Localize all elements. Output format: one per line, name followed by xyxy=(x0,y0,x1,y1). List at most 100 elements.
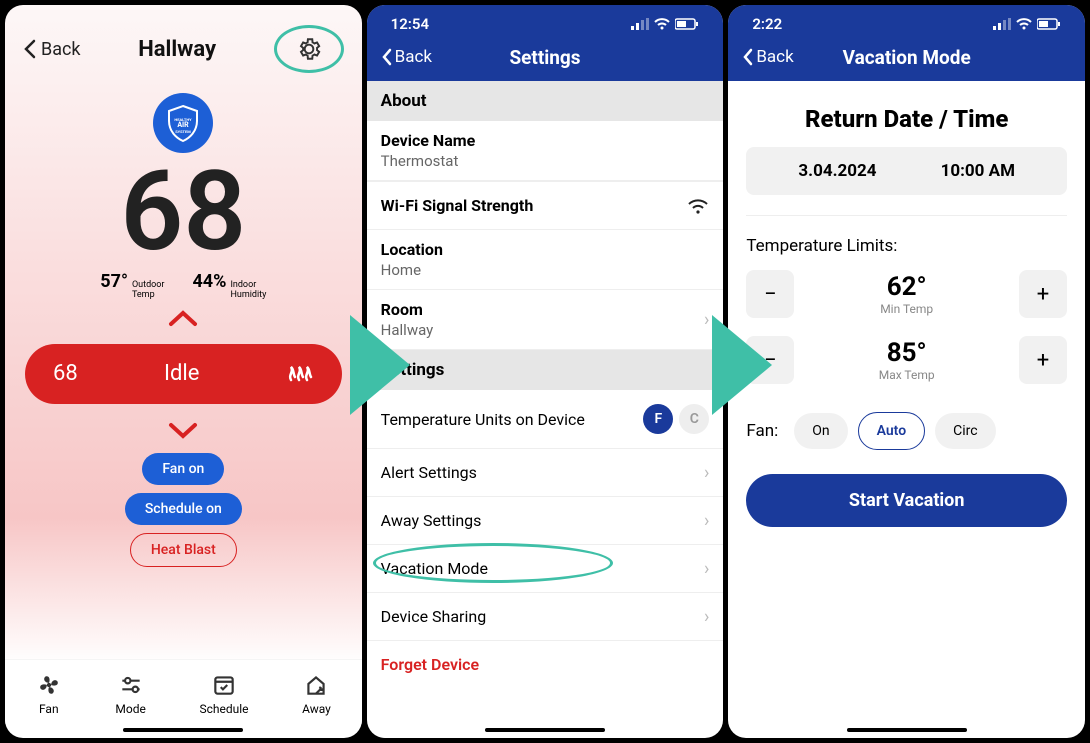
flow-arrow-2 xyxy=(712,315,772,415)
indoor-humidity: 44% xyxy=(192,271,226,292)
unit-f-button[interactable]: F xyxy=(643,404,673,434)
status-time: 2:22 xyxy=(752,15,782,33)
chevron-right-icon: › xyxy=(704,462,709,483)
min-temp-plus[interactable]: + xyxy=(1019,270,1067,318)
setpoint-temp: 68 xyxy=(53,361,78,386)
status-bar-pill[interactable]: 68 Idle xyxy=(25,344,342,404)
phone-vacation: 2:22 Back Vacation Mode Return Date / Ti… xyxy=(728,5,1085,738)
min-temp-minus[interactable]: − xyxy=(746,270,794,318)
back-button[interactable]: Back xyxy=(742,47,793,67)
temp-limits-label: Temperature Limits: xyxy=(746,236,1067,256)
outdoor-temp: 57° xyxy=(100,271,128,292)
away-icon xyxy=(303,672,329,698)
settings-highlight xyxy=(274,25,344,73)
wifi-icon xyxy=(1016,18,1032,30)
phone-settings: 12:54 Back Settings About Device Name Th… xyxy=(367,5,724,738)
schedule-on-pill[interactable]: Schedule on xyxy=(125,493,242,525)
home-indicator[interactable] xyxy=(847,728,967,732)
back-button[interactable]: Back xyxy=(381,47,432,67)
temp-units-row: Temperature Units on Device F C xyxy=(367,390,724,449)
max-temp-plus[interactable]: + xyxy=(1019,336,1067,384)
fan-on-option[interactable]: On xyxy=(794,413,847,449)
forget-device-button[interactable]: Forget Device xyxy=(367,641,724,688)
current-temp: 68 xyxy=(5,157,362,267)
status-time: 12:54 xyxy=(391,15,429,33)
min-temp-value: 62° xyxy=(880,272,933,302)
room-row[interactable]: Room Hallway › xyxy=(367,290,724,350)
cellular-icon xyxy=(631,18,649,30)
shield-icon: HEALTHY AIR SYSTEM xyxy=(163,103,203,143)
nav-mode[interactable]: Mode xyxy=(115,672,145,716)
return-date: 3.04.2024 xyxy=(798,161,876,181)
away-settings-row[interactable]: Away Settings › xyxy=(367,497,724,545)
status-bar: 2:22 xyxy=(728,5,1085,39)
sliders-icon xyxy=(118,672,144,698)
calendar-icon xyxy=(211,672,237,698)
heat-icon xyxy=(286,360,314,388)
indoor-humidity-label: Indoor Humidity xyxy=(230,281,266,301)
wifi-row: Wi-Fi Signal Strength xyxy=(367,181,724,230)
back-button[interactable]: Back xyxy=(23,39,81,60)
nav-fan[interactable]: Fan xyxy=(36,672,62,716)
system-status: Idle xyxy=(164,361,199,386)
min-temp-label: Min Temp xyxy=(880,302,933,316)
chevron-right-icon: › xyxy=(704,309,709,330)
nav-away[interactable]: Away xyxy=(302,672,331,716)
stats-row: 57° Outdoor Temp 44% Indoor Humidity xyxy=(5,271,362,301)
alert-settings-row[interactable]: Alert Settings › xyxy=(367,449,724,497)
return-datetime-picker[interactable]: 3.04.2024 10:00 AM xyxy=(746,147,1067,195)
settings-header: Settings xyxy=(367,350,724,390)
chevron-left-icon xyxy=(23,39,37,59)
temp-up-button[interactable] xyxy=(5,301,362,334)
chevron-right-icon: › xyxy=(704,606,709,627)
chevron-up-icon xyxy=(168,309,198,327)
vacation-mode-row[interactable]: Vacation Mode › xyxy=(367,545,724,593)
phone-hallway: Back Hallway HEALTHY AIR SYSTEM 68 57° O… xyxy=(5,5,362,738)
home-indicator[interactable] xyxy=(485,728,605,732)
heat-blast-pill[interactable]: Heat Blast xyxy=(130,533,237,567)
bottom-nav: Fan Mode Schedule Away xyxy=(5,659,362,724)
chevron-right-icon: › xyxy=(704,558,709,579)
air-system-badge[interactable]: HEALTHY AIR SYSTEM xyxy=(153,93,213,153)
return-heading: Return Date / Time xyxy=(746,105,1067,133)
chevron-down-icon xyxy=(168,422,198,440)
page-title: Vacation Mode xyxy=(843,46,971,69)
fan-auto-option[interactable]: Auto xyxy=(858,412,926,450)
fan-mode-row: Fan: On Auto Circ xyxy=(746,412,1067,450)
start-vacation-button[interactable]: Start Vacation xyxy=(746,474,1067,527)
home-indicator[interactable] xyxy=(123,728,243,732)
wifi-strength-icon xyxy=(687,198,709,214)
chevron-left-icon xyxy=(742,48,754,66)
chevron-left-icon xyxy=(381,48,393,66)
flow-arrow-1 xyxy=(350,315,410,415)
max-temp-label: Max Temp xyxy=(879,368,935,382)
max-temp-value: 85° xyxy=(879,338,935,368)
status-bar: 12:54 xyxy=(367,5,724,39)
fan-circ-option[interactable]: Circ xyxy=(935,413,995,449)
device-name-row: Device Name Thermostat xyxy=(367,121,724,181)
fan-icon xyxy=(36,672,62,698)
fan-on-pill[interactable]: Fan on xyxy=(142,453,224,485)
device-sharing-row[interactable]: Device Sharing › xyxy=(367,593,724,641)
location-row: Location Home xyxy=(367,230,724,290)
wifi-icon xyxy=(654,18,670,30)
about-header: About xyxy=(367,81,724,121)
gear-icon[interactable] xyxy=(296,36,322,62)
max-temp-row: − 85° Max Temp + xyxy=(746,336,1067,384)
back-label: Back xyxy=(41,39,81,60)
page-title: Settings xyxy=(509,46,580,69)
nav-bar: Back Vacation Mode xyxy=(728,39,1085,81)
fan-label: Fan: xyxy=(746,421,778,441)
return-time: 10:00 AM xyxy=(941,161,1015,181)
battery-icon xyxy=(675,18,699,30)
nav-bar: Back Settings xyxy=(367,39,724,81)
outdoor-temp-label: Outdoor Temp xyxy=(132,281,165,301)
divider xyxy=(746,215,1067,216)
svg-text:SYSTEM: SYSTEM xyxy=(176,129,192,134)
page-title: Hallway xyxy=(138,37,216,62)
temp-down-button[interactable] xyxy=(5,414,362,447)
min-temp-row: − 62° Min Temp + xyxy=(746,270,1067,318)
unit-c-button[interactable]: C xyxy=(679,404,709,434)
nav-schedule[interactable]: Schedule xyxy=(199,672,248,716)
battery-icon xyxy=(1037,18,1061,30)
